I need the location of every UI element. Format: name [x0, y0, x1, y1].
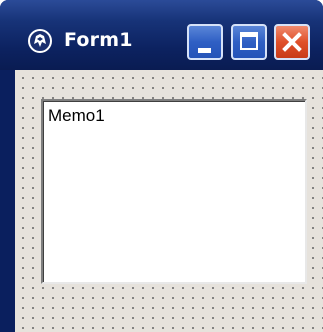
close-button[interactable] [274, 24, 310, 60]
maximize-icon [240, 32, 258, 50]
window-title: Form1 [64, 29, 133, 51]
close-icon [282, 32, 302, 52]
form-client-area[interactable]: Memo1 [15, 70, 323, 332]
form-window: Form1 Memo1 [0, 0, 323, 332]
minimize-icon [198, 48, 211, 53]
title-bar[interactable]: Form1 [0, 0, 323, 70]
memo-text: Memo1 [48, 106, 105, 125]
maximize-button[interactable] [231, 24, 267, 60]
minimize-button[interactable] [187, 24, 223, 60]
delphi-helmet-icon[interactable] [27, 28, 53, 54]
memo-field[interactable]: Memo1 [41, 99, 307, 284]
